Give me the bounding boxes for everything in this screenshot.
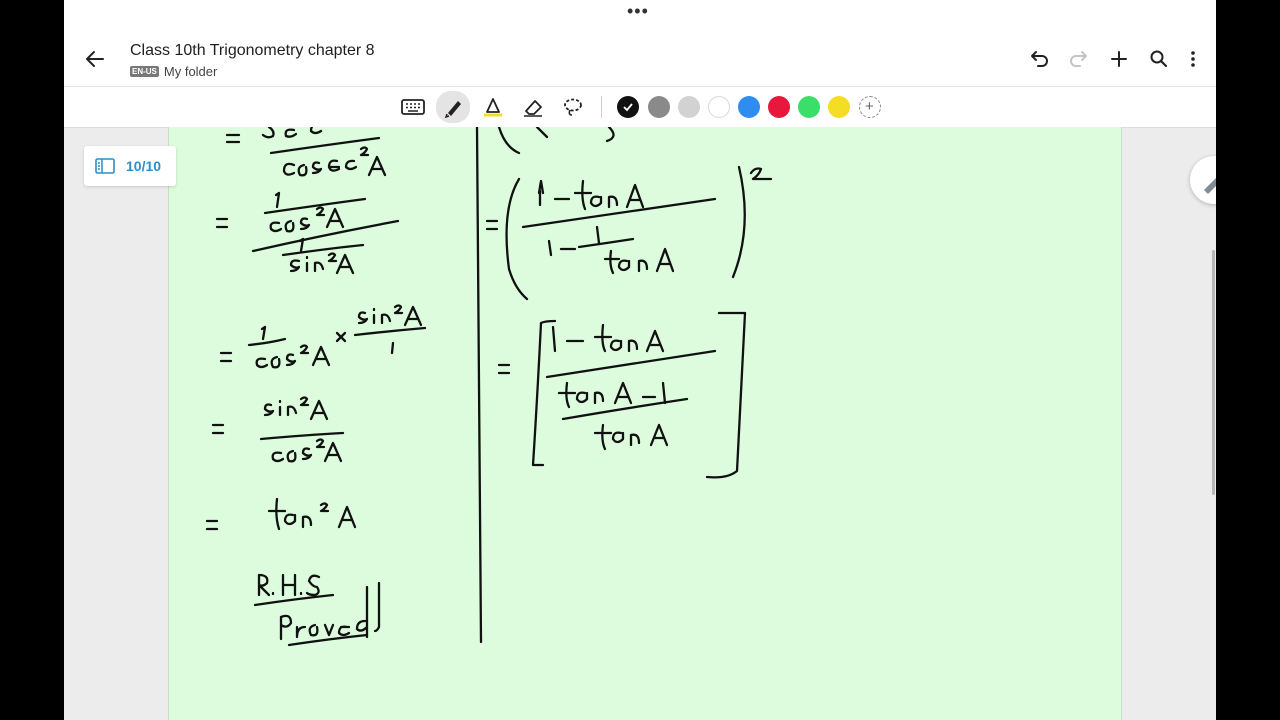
keyboard-icon — [401, 99, 425, 115]
highlighter-tool[interactable] — [478, 93, 508, 121]
rhs-proved — [253, 573, 381, 647]
column-divider — [475, 127, 483, 644]
step-reciprocal-fraction — [215, 191, 400, 275]
step-tan2 — [205, 497, 357, 531]
color-swatch[interactable] — [617, 96, 639, 118]
search-button[interactable] — [1147, 47, 1171, 71]
pen-fab-button[interactable] — [1190, 156, 1216, 204]
back-arrow-icon — [86, 51, 104, 67]
add-color-button[interactable]: + — [859, 96, 881, 118]
notebook-title[interactable]: Class 10th Trigonometry chapter 8 — [130, 42, 375, 60]
sidebar-toggle-icon — [95, 158, 115, 174]
keyboard-tool[interactable] — [398, 93, 428, 121]
step-multiply — [219, 304, 427, 369]
color-swatch[interactable] — [678, 96, 700, 118]
more-options-button[interactable] — [1181, 47, 1205, 71]
step-sin2-over-cos2 — [211, 396, 345, 463]
drawing-toolbar: + — [64, 86, 1216, 128]
right-step-bracket-fraction — [497, 311, 747, 479]
notebook-page[interactable] — [168, 127, 1122, 720]
add-button[interactable] — [1107, 47, 1131, 71]
undo-icon — [1031, 51, 1048, 67]
app-window: ••• Class 10th Trigonometry chapter 8 EN… — [64, 0, 1216, 720]
color-swatch[interactable] — [828, 96, 850, 118]
right-step-squared-fraction — [485, 165, 773, 301]
eraser-icon — [524, 100, 542, 117]
page-indicator[interactable]: 10/10 — [84, 146, 176, 186]
redo-icon — [1070, 51, 1087, 67]
more-vert-icon — [1191, 51, 1195, 67]
add-color-label: + — [865, 98, 874, 115]
handwriting-ink — [205, 127, 773, 647]
highlighter-icon — [484, 98, 502, 117]
lasso-icon — [564, 98, 582, 116]
vertical-scrollbar[interactable] — [1212, 250, 1215, 495]
notebook-subtitle: EN-US My folder — [130, 64, 217, 79]
step-sec2-over-cosec2 — [225, 127, 387, 177]
toolbar-separator — [601, 96, 602, 118]
check-icon — [623, 103, 633, 112]
language-badge: EN-US — [130, 66, 159, 77]
search-icon — [1150, 50, 1168, 68]
add-icon — [1111, 51, 1127, 67]
folder-name[interactable]: My folder — [164, 64, 217, 79]
pen-tool[interactable] — [436, 91, 470, 123]
header-bar: ••• Class 10th Trigonometry chapter 8 EN… — [64, 0, 1216, 86]
lasso-tool[interactable] — [558, 93, 588, 121]
right-step-top-partial — [497, 127, 615, 155]
color-swatch[interactable] — [708, 96, 730, 118]
color-swatch[interactable] — [768, 96, 790, 118]
color-swatch[interactable] — [738, 96, 760, 118]
undo-button[interactable] — [1027, 47, 1051, 71]
color-swatch[interactable] — [798, 96, 820, 118]
page-count: 10/10 — [126, 158, 162, 174]
color-swatch[interactable] — [648, 96, 670, 118]
back-button[interactable] — [82, 44, 108, 74]
pen-icon — [444, 101, 461, 119]
eraser-tool[interactable] — [518, 93, 548, 121]
edit-pen-icon — [1204, 178, 1216, 194]
redo-button[interactable] — [1067, 47, 1091, 71]
window-more-dots[interactable]: ••• — [627, 2, 649, 20]
